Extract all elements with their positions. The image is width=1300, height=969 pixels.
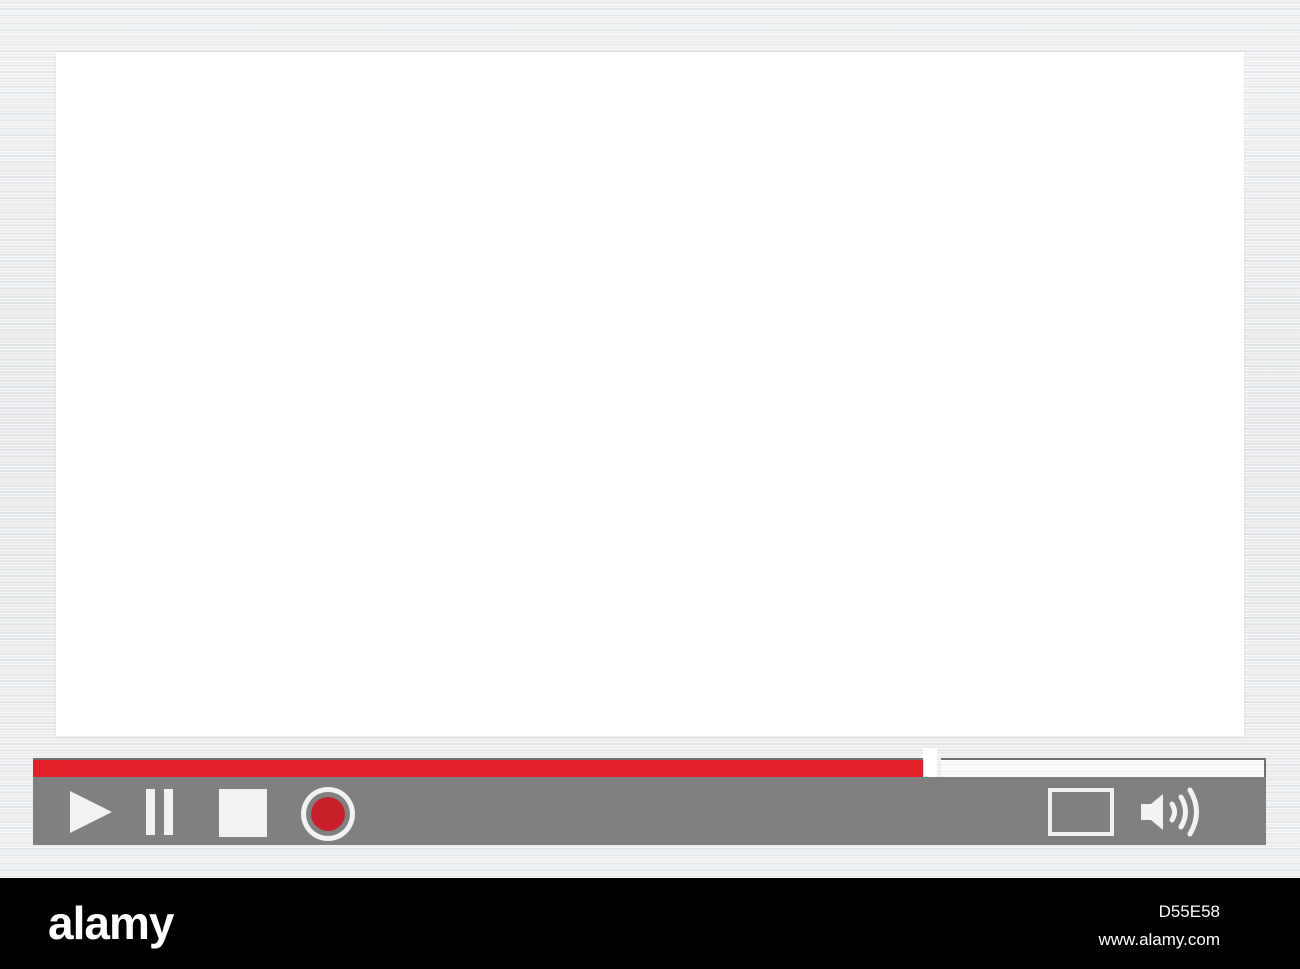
stop-icon bbox=[219, 789, 267, 837]
video-display[interactable] bbox=[56, 52, 1244, 736]
pause-button[interactable] bbox=[145, 789, 175, 835]
player-frame bbox=[0, 0, 1300, 878]
progress-track[interactable] bbox=[33, 748, 1266, 784]
progress-played bbox=[33, 758, 923, 777]
record-icon bbox=[301, 787, 355, 841]
play-button[interactable] bbox=[68, 789, 114, 835]
site-url-label: www.alamy.com bbox=[1098, 930, 1220, 949]
progress-bar[interactable] bbox=[33, 748, 1266, 784]
volume-icon bbox=[1141, 787, 1199, 837]
play-icon bbox=[70, 791, 112, 833]
fullscreen-button[interactable] bbox=[1047, 787, 1115, 837]
progress-remaining bbox=[941, 758, 1266, 777]
brand-logo: alamy bbox=[48, 897, 174, 949]
control-bar bbox=[33, 777, 1266, 845]
stop-button[interactable] bbox=[219, 789, 267, 837]
pause-icon bbox=[146, 789, 173, 835]
watermark-bar bbox=[0, 878, 1300, 969]
volume-button[interactable] bbox=[1137, 787, 1207, 837]
image-id-label: D55E58 bbox=[1158, 902, 1220, 921]
fullscreen-icon bbox=[1048, 788, 1114, 836]
record-button[interactable] bbox=[299, 785, 357, 843]
